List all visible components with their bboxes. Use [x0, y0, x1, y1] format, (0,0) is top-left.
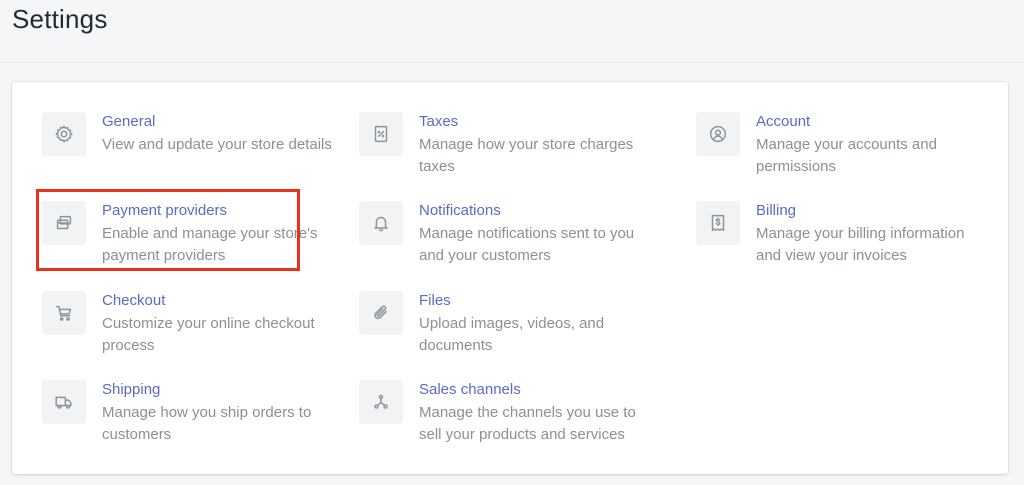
credit-cards-icon: [42, 201, 86, 245]
receipt-percent-icon: [359, 112, 403, 156]
settings-item-title[interactable]: Billing: [756, 202, 796, 219]
settings-item-description: Upload images, videos, and documents: [419, 315, 605, 354]
cart-icon: [42, 291, 86, 335]
settings-item-files[interactable]: Files Upload images, videos, and documen…: [359, 291, 659, 361]
invoice-dollar-icon: [696, 201, 740, 245]
settings-item-description: Manage the channels you use to sell your…: [419, 404, 636, 443]
settings-item-description: Manage notifications sent to you and you…: [419, 225, 635, 264]
settings-item-title[interactable]: Files: [419, 292, 451, 309]
settings-item-checkout[interactable]: Checkout Customize your online checkout …: [42, 291, 342, 361]
settings-item-general[interactable]: General View and update your store detai…: [42, 112, 342, 182]
settings-item-title[interactable]: Payment providers: [102, 202, 227, 219]
settings-item-title[interactable]: Checkout: [102, 292, 165, 309]
settings-item-account[interactable]: Account Manage your accounts and permiss…: [696, 112, 996, 182]
settings-item-title[interactable]: Account: [756, 113, 810, 130]
settings-item-description: Manage how you ship orders to customers: [102, 404, 312, 443]
gear-icon: [42, 112, 86, 156]
settings-item-taxes[interactable]: Taxes Manage how your store charges taxe…: [359, 112, 659, 182]
settings-item-description: Manage your accounts and permissions: [756, 136, 937, 175]
settings-item-description: Customize your online checkout process: [102, 315, 315, 354]
channels-icon: [359, 380, 403, 424]
settings-item-shipping[interactable]: Shipping Manage how you ship orders to c…: [42, 380, 342, 450]
settings-item-description: View and update your store details: [102, 136, 332, 153]
paperclip-icon: [359, 291, 403, 335]
settings-card: General View and update your store detai…: [12, 82, 1008, 474]
settings-item-notifications[interactable]: Notifications Manage notifications sent …: [359, 201, 659, 271]
settings-item-title[interactable]: Sales channels: [419, 381, 521, 398]
settings-item-title[interactable]: Notifications: [419, 202, 501, 219]
settings-item-sales-channels[interactable]: Sales channels Manage the channels you u…: [359, 380, 659, 450]
header-divider: [0, 62, 1024, 63]
page-title: Settings: [12, 4, 108, 34]
truck-icon: [42, 380, 86, 424]
settings-item-payment-providers[interactable]: Payment providers Enable and manage your…: [42, 201, 342, 271]
settings-item-title[interactable]: Taxes: [419, 113, 458, 130]
settings-item-title[interactable]: Shipping: [102, 381, 160, 398]
bell-icon: [359, 201, 403, 245]
settings-item-description: Manage how your store charges taxes: [419, 136, 634, 175]
user-circle-icon: [696, 112, 740, 156]
settings-item-description: Manage your billing information and view…: [756, 225, 965, 264]
settings-item-description: Enable and manage your store's payment p…: [102, 225, 318, 264]
settings-item-billing[interactable]: Billing Manage your billing information …: [696, 201, 996, 271]
settings-item-title[interactable]: General: [102, 113, 155, 130]
